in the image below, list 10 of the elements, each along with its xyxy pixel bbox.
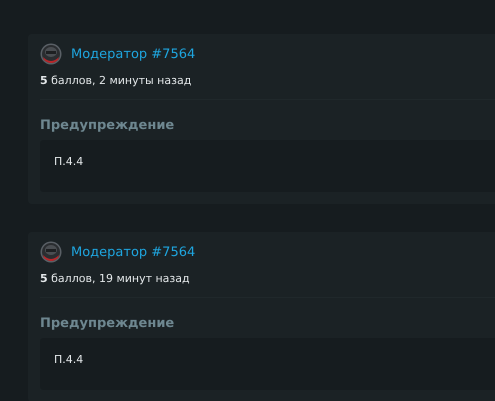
reason-text: П.4.4: [54, 353, 84, 366]
points-text: 5 баллов, 19 минут назад: [40, 272, 191, 285]
avatar-icon: [40, 43, 62, 65]
warning-type: Предупреждение: [40, 316, 176, 331]
reason-text: П.4.4: [54, 155, 84, 168]
warning-type: Предупреждение: [40, 118, 176, 133]
author-link[interactable]: Модератор #7564: [71, 244, 196, 260]
avatar-icon: [40, 241, 62, 263]
points-text: 5 баллов, 2 минуты назад: [40, 74, 192, 87]
author-link[interactable]: Модератор #7564: [71, 46, 196, 62]
